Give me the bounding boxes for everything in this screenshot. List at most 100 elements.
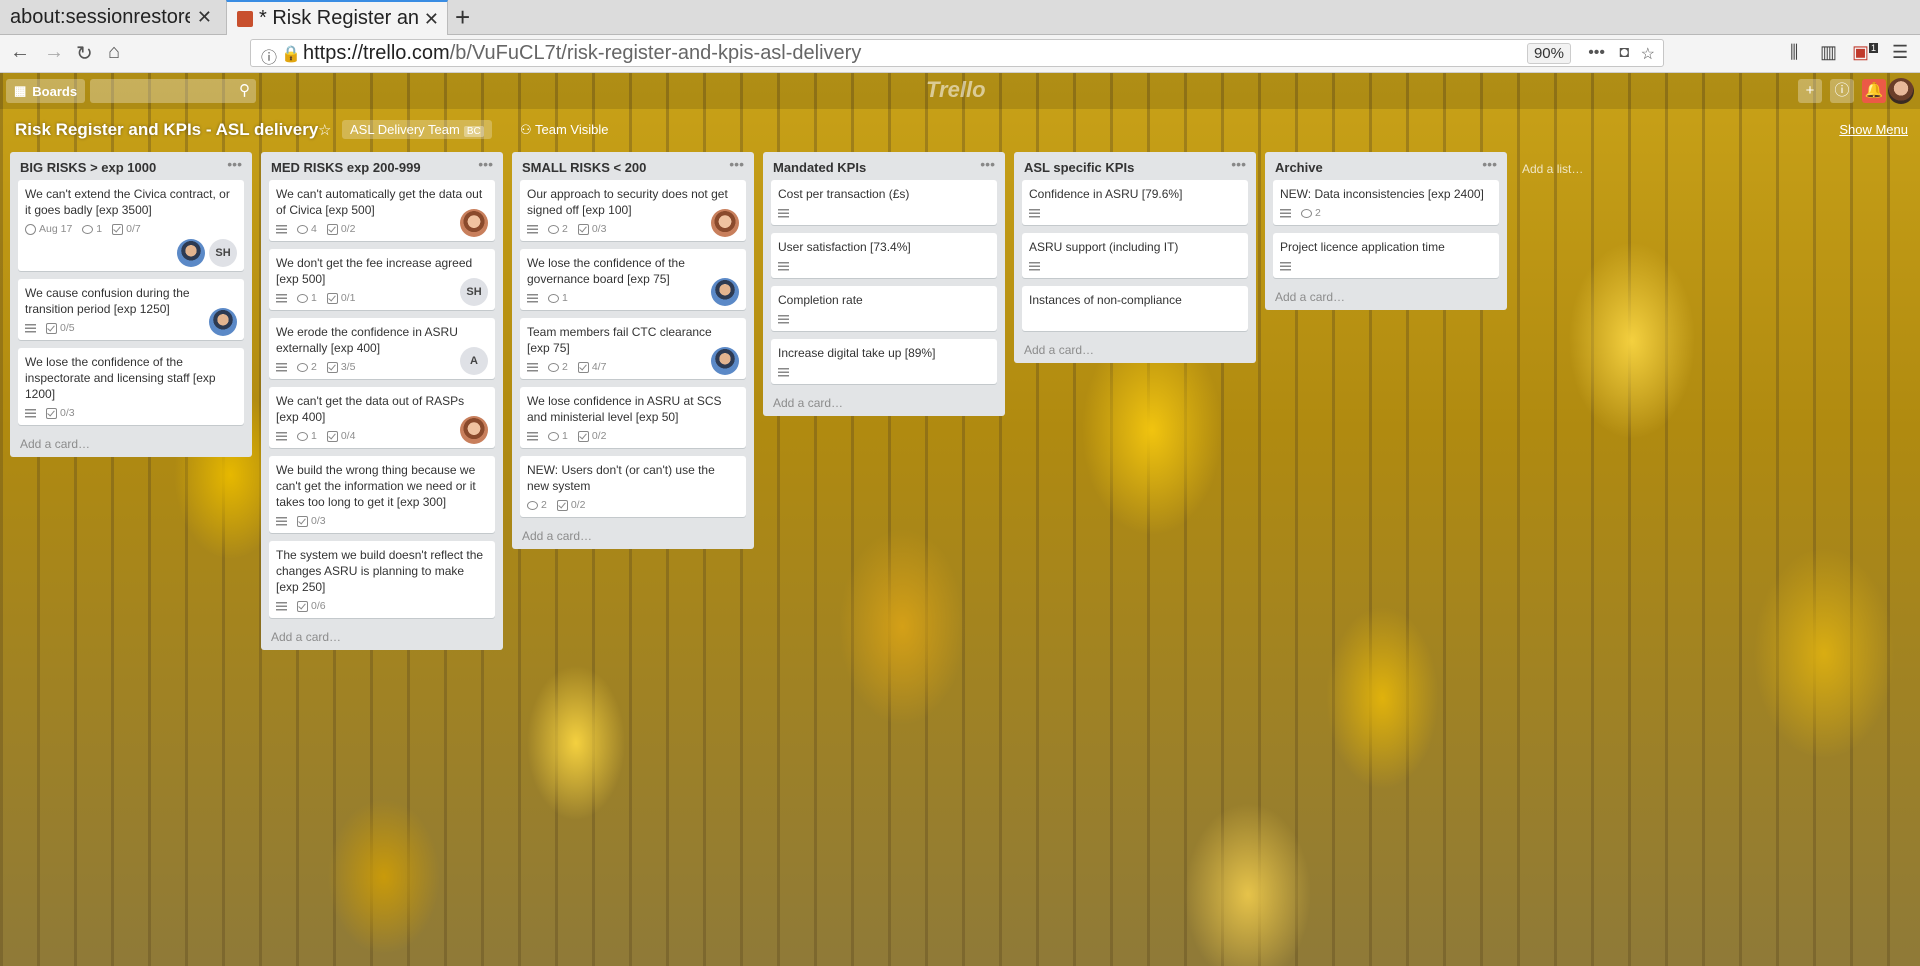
reload-icon[interactable]: ↻ xyxy=(76,41,93,66)
bookmark-star-icon[interactable]: ☆ xyxy=(1641,44,1655,64)
close-tab-icon[interactable]: ✕ xyxy=(424,9,439,30)
card-badges: Aug 17 1 0/7 xyxy=(25,221,237,237)
list-header[interactable]: ASL specific KPIs ••• xyxy=(1022,152,1248,180)
add-card-button[interactable]: Add a card… xyxy=(1022,339,1248,357)
info-icon[interactable]: ⓘ xyxy=(261,44,277,68)
card[interactable]: We can't extend the Civica contract, or … xyxy=(18,180,244,271)
info-icon[interactable]: ⓘ xyxy=(1830,79,1854,103)
description-badge xyxy=(527,224,538,234)
list-menu-icon[interactable]: ••• xyxy=(227,156,242,172)
pocket-icon[interactable]: ◘ xyxy=(1619,44,1629,62)
new-tab-icon[interactable]: + xyxy=(455,2,470,33)
show-menu-link[interactable]: Show Menu xyxy=(1839,122,1908,137)
list-title[interactable]: ASL specific KPIs xyxy=(1024,160,1134,175)
extension-icon[interactable]: ▣ 1 xyxy=(1852,42,1879,63)
member-avatar[interactable] xyxy=(711,209,739,237)
description-icon xyxy=(276,601,287,611)
list-header[interactable]: MED RISKS exp 200-999 ••• xyxy=(269,152,495,180)
list-header[interactable]: BIG RISKS > exp 1000 ••• xyxy=(18,152,244,180)
card[interactable]: We lose the confidence of the inspectora… xyxy=(18,348,244,425)
card[interactable]: NEW: Data inconsistencies [exp 2400] 2 xyxy=(1273,180,1499,225)
card[interactable]: We can't automatically get the data out … xyxy=(269,180,495,241)
list-header[interactable]: Archive ••• xyxy=(1273,152,1499,180)
member-avatar[interactable] xyxy=(460,209,488,237)
card[interactable]: User satisfaction [73.4%] xyxy=(771,233,997,278)
library-icon[interactable]: ⫼ xyxy=(1790,42,1798,63)
card[interactable]: We erode the confidence in ASRU external… xyxy=(269,318,495,379)
zoom-level[interactable]: 90% xyxy=(1526,43,1571,64)
list-header[interactable]: SMALL RISKS < 200 ••• xyxy=(520,152,746,180)
member-avatar[interactable] xyxy=(711,278,739,306)
boards-button[interactable]: ▦ Boards xyxy=(6,79,86,103)
user-avatar[interactable] xyxy=(1888,78,1914,104)
card[interactable]: ASRU support (including IT) xyxy=(1022,233,1248,278)
tab-session-restore[interactable]: about:sessionrestore ✕ xyxy=(0,0,220,34)
search-input[interactable]: ⚲ xyxy=(90,79,256,103)
tab-trello-board[interactable]: * Risk Register and KPIs - ASL delivery … xyxy=(226,0,448,35)
card[interactable]: Instances of non-compliance xyxy=(1022,286,1248,331)
card[interactable]: We build the wrong thing because we can'… xyxy=(269,456,495,533)
description-icon xyxy=(778,367,789,377)
list-title[interactable]: Mandated KPIs xyxy=(773,160,866,175)
list-menu-icon[interactable]: ••• xyxy=(729,156,744,172)
list-menu-icon[interactable]: ••• xyxy=(1482,156,1497,172)
member-avatar[interactable] xyxy=(177,239,205,267)
list-title[interactable]: BIG RISKS > exp 1000 xyxy=(20,160,156,175)
card[interactable]: NEW: Users don't (or can't) use the new … xyxy=(520,456,746,517)
add-list-button[interactable]: Add a list… xyxy=(1522,162,1583,176)
card[interactable]: Team members fail CTC clearance [exp 75]… xyxy=(520,318,746,379)
card[interactable]: The system we build doesn't reflect the … xyxy=(269,541,495,618)
card-title: We build the wrong thing because we can'… xyxy=(276,463,476,509)
notifications-bell-icon[interactable]: 🔔 xyxy=(1862,79,1886,103)
card[interactable]: Project licence application time xyxy=(1273,233,1499,278)
card[interactable]: Cost per transaction (£s) xyxy=(771,180,997,225)
list-title[interactable]: Archive xyxy=(1275,160,1323,175)
member-initials-avatar[interactable]: SH xyxy=(460,278,488,306)
member-initials-avatar[interactable]: A xyxy=(460,347,488,375)
member-avatar[interactable] xyxy=(209,308,237,336)
card[interactable]: Increase digital take up [89%] xyxy=(771,339,997,384)
back-icon[interactable]: ← xyxy=(10,41,30,64)
card[interactable]: Completion rate xyxy=(771,286,997,331)
card[interactable]: Our approach to security does not get si… xyxy=(520,180,746,241)
card[interactable]: We lose confidence in ASRU at SCS and mi… xyxy=(520,387,746,448)
card[interactable]: We can't get the data out of RASPs [exp … xyxy=(269,387,495,448)
more-icon[interactable]: ••• xyxy=(1588,44,1605,62)
member-avatar[interactable] xyxy=(460,416,488,444)
card[interactable]: We lose the confidence of the governance… xyxy=(520,249,746,310)
list-menu-icon[interactable]: ••• xyxy=(980,156,995,172)
description-icon xyxy=(527,224,538,234)
forward-icon[interactable]: → xyxy=(44,41,64,64)
close-tab-icon[interactable]: ✕ xyxy=(197,7,212,28)
list-header[interactable]: Mandated KPIs ••• xyxy=(771,152,997,180)
url-bar[interactable]: ⓘ 🔒 https://trello.com/b/VuFuCL7t/risk-r… xyxy=(250,39,1664,67)
comment-icon xyxy=(548,293,559,303)
visibility-button[interactable]: ⚇ Team Visible xyxy=(512,120,617,140)
card[interactable]: We don't get the fee increase agreed [ex… xyxy=(269,249,495,310)
description-badge xyxy=(276,362,287,372)
board-title[interactable]: Risk Register and KPIs - ASL delivery xyxy=(15,120,318,140)
list-title[interactable]: SMALL RISKS < 200 xyxy=(522,160,646,175)
card[interactable]: We cause confusion during the transition… xyxy=(18,279,244,340)
description-icon xyxy=(276,293,287,303)
list-menu-icon[interactable]: ••• xyxy=(1231,156,1246,172)
home-icon[interactable]: ⌂ xyxy=(108,41,120,64)
card-title: We lose confidence in ASRU at SCS and mi… xyxy=(527,394,722,424)
card[interactable]: Confidence in ASRU [79.6%] xyxy=(1022,180,1248,225)
add-card-button[interactable]: Add a card… xyxy=(771,392,997,410)
team-button[interactable]: ASL Delivery Team BC xyxy=(342,120,492,139)
menu-icon[interactable]: ☰ xyxy=(1892,42,1908,63)
list-title[interactable]: MED RISKS exp 200-999 xyxy=(271,160,421,175)
add-card-button[interactable]: Add a card… xyxy=(520,525,746,543)
member-avatar[interactable] xyxy=(711,347,739,375)
member-initials-avatar[interactable]: SH xyxy=(209,239,237,267)
checklist-icon xyxy=(577,223,589,235)
list-menu-icon[interactable]: ••• xyxy=(478,156,493,172)
add-icon[interactable]: + xyxy=(1798,79,1822,103)
add-card-button[interactable]: Add a card… xyxy=(18,433,244,451)
add-card-button[interactable]: Add a card… xyxy=(1273,286,1499,304)
trello-logo[interactable]: Trello xyxy=(926,77,986,103)
add-card-button[interactable]: Add a card… xyxy=(269,626,495,644)
sidebar-icon[interactable]: ▥ xyxy=(1820,42,1837,63)
star-board-icon[interactable]: ☆ xyxy=(318,121,331,139)
